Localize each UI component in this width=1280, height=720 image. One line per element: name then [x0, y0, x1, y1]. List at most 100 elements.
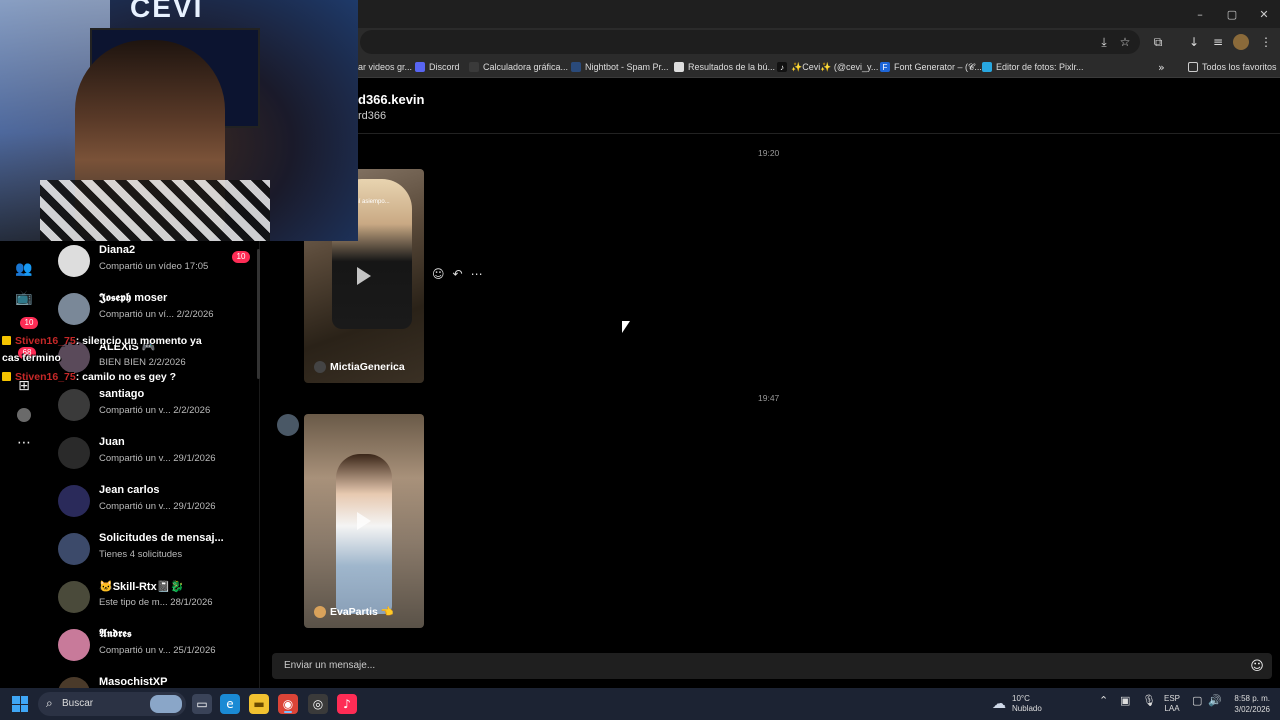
- network-icon[interactable]: ▢: [1192, 694, 1202, 707]
- video-thumbnail: [336, 454, 392, 614]
- bookmark-item[interactable]: Resultados de la bú...: [674, 60, 775, 74]
- more-options-icon[interactable]: ⋯: [471, 267, 483, 281]
- more-icon[interactable]: ⋯: [14, 433, 34, 453]
- volume-icon[interactable]: 🔊: [1208, 694, 1222, 707]
- file-explorer-icon[interactable]: ▬: [249, 694, 269, 714]
- close-button[interactable]: ✕: [1248, 0, 1280, 28]
- task-view-icon[interactable]: ▭: [192, 694, 212, 714]
- maximize-button[interactable]: ▢: [1216, 0, 1248, 28]
- stream-chat-message: Stiven16_75: silencio un momento ya: [2, 335, 202, 347]
- active-indicator: [284, 711, 292, 713]
- download-icon[interactable]: ↓: [1186, 34, 1202, 50]
- mouse-cursor: [622, 321, 630, 333]
- bookmark-item[interactable]: Nightbot - Spam Pr...: [571, 60, 669, 74]
- sender-avatar[interactable]: [277, 414, 299, 436]
- conversation-name: Diana2: [99, 244, 136, 256]
- chat-header: d366.kevin rd366: [260, 79, 1280, 134]
- bookmark-item[interactable]: Discord: [415, 60, 460, 74]
- conversation-preview: BIEN BIEN 2/2/2026: [99, 357, 186, 368]
- message-input[interactable]: Enviar un mensaje... ☺: [272, 653, 1272, 679]
- profile-icon[interactable]: [14, 405, 34, 425]
- author-avatar: [314, 361, 326, 373]
- avatar: [58, 533, 90, 565]
- language-indicator[interactable]: ESP LAA: [1164, 694, 1180, 714]
- live-icon[interactable]: 📺: [14, 288, 34, 308]
- chrome-icon[interactable]: ◉: [278, 694, 298, 714]
- conversation-preview: Tienes 4 solicitudes: [99, 549, 183, 560]
- address-bar[interactable]: [360, 30, 1140, 54]
- tray-expand-icon[interactable]: ⌃: [1099, 694, 1108, 707]
- lang-primary: ESP: [1164, 694, 1181, 703]
- weather-desc: Nublado: [1012, 704, 1042, 713]
- nightbot-icon: [571, 62, 581, 72]
- chat-username: Stiven16_75: [15, 335, 76, 347]
- moderator-icon: [2, 372, 11, 381]
- conversation-item[interactable]: santiago Compartió un v... 2/2/2026: [58, 385, 258, 429]
- edge-icon[interactable]: e: [220, 694, 240, 714]
- bookmark-label: ✨Cevi✨ (@cevi_y...: [791, 61, 879, 72]
- install-icon[interactable]: ⤓: [1096, 34, 1112, 50]
- emoji-icon[interactable]: ☺: [1248, 657, 1266, 675]
- play-icon: [357, 267, 371, 285]
- extensions-icon[interactable]: ⧉: [1150, 34, 1166, 50]
- bookmark-label: Resultados de la bú...: [688, 62, 776, 72]
- video-author-label: EvaPartis 👈: [330, 606, 394, 618]
- windows-taskbar: ⌕ Buscar ▭ e ▬ ◉ ◎ ♪ ☁ 10°C Nublado ⌃ ▣ …: [0, 688, 1280, 720]
- star-icon[interactable]: ☆: [1117, 34, 1133, 50]
- folder-icon: [1188, 62, 1198, 72]
- shared-video-card[interactable]: EvaPartis 👈: [304, 414, 424, 628]
- conversation-item[interactable]: 🐱Skill-Rtx📓🐉 Este tipo de m... 28/1/2026: [58, 577, 258, 621]
- tiktok-app-icon[interactable]: ♪: [337, 694, 357, 714]
- conversation-item[interactable]: 𝕵𝖔𝖘𝖊𝖕𝖍 moser Compartió un ví... 2/2/2026: [58, 289, 258, 333]
- obs-icon[interactable]: ◎: [308, 694, 328, 714]
- bookmark-item[interactable]: ♪ ✨Cevi✨ (@cevi_y...: [777, 60, 878, 74]
- chat-text: cas termino: [2, 352, 61, 364]
- conversation-item[interactable]: Diana2 Compartió un vídeo 17:05 10: [58, 241, 258, 285]
- all-favorites[interactable]: Todos los favoritos: [1188, 60, 1277, 74]
- start-button[interactable]: [12, 696, 28, 712]
- conversation-item[interactable]: Solicitudes de mensaj... Tienes 4 solicit…: [58, 529, 258, 573]
- conversation-item[interactable]: Jean carlos Compartió un v... 29/1/2026: [58, 481, 258, 525]
- bookmark-item[interactable]: Calculadora gráfica...: [469, 60, 568, 74]
- conversation-name: Solicitudes de mensaj...: [99, 532, 224, 544]
- bookmark-item[interactable]: F Font Generator – (𝓒...: [880, 60, 982, 74]
- clock[interactable]: 8:58 p. m. 3/02/2026: [1226, 693, 1270, 715]
- video-author: EvaPartis 👈: [314, 605, 394, 618]
- menu-icon[interactable]: ⋮: [1258, 34, 1274, 50]
- chat-contact-name[interactable]: d366.kevin: [358, 92, 425, 107]
- avatar: [58, 437, 90, 469]
- minimize-button[interactable]: –: [1184, 0, 1216, 28]
- chat-text: : camilo no es gey ?: [75, 371, 177, 383]
- chat-panel: d366.kevin rd366 19:20 do así asiempo...…: [260, 79, 1280, 688]
- media-icon[interactable]: ≡: [1210, 34, 1226, 50]
- more-bookmarks-icon[interactable]: »: [1158, 60, 1165, 74]
- microphone-icon[interactable]: 🎙: [1142, 694, 1156, 707]
- lang-secondary: LAA: [1164, 704, 1180, 713]
- pixlr-icon: [982, 62, 992, 72]
- discord-icon: [415, 62, 425, 72]
- conversation-item[interactable]: 𝕬𝖓𝖉𝖗𝖊𝖘 Compartió un v... 25/1/2026: [58, 625, 258, 669]
- conversation-preview: Compartió un v... 29/1/2026: [99, 501, 216, 512]
- following-icon[interactable]: 👥: [14, 259, 34, 279]
- bookmark-label: Discord: [429, 62, 460, 72]
- bookmark-item[interactable]: ar videos gr...: [358, 60, 412, 74]
- chat-username: Stiven16_75: [15, 371, 76, 383]
- search-results-icon: [674, 62, 684, 72]
- react-icon[interactable]: ☺: [432, 267, 445, 281]
- search-icon: ⌕: [46, 696, 53, 710]
- taskbar-search[interactable]: ⌕ Buscar: [38, 692, 186, 716]
- stream-chat-message: Stiven16_75: camilo no es gey ?: [2, 371, 176, 383]
- conversation-preview: Compartió un ví... 2/2/2026: [99, 309, 214, 320]
- tray-app-icon[interactable]: ▣: [1120, 694, 1130, 707]
- conversation-preview: Compartió un v... 29/1/2026: [99, 453, 216, 464]
- conversation-preview: Compartió un v... 2/2/2026: [99, 405, 211, 416]
- tiktok-icon: ♪: [777, 62, 787, 72]
- avatar: [58, 293, 90, 325]
- weather-widget[interactable]: ☁ 10°C Nublado: [992, 694, 1042, 714]
- profile-avatar[interactable]: [1233, 34, 1249, 50]
- conversation-item[interactable]: Juan Compartió un v... 29/1/2026: [58, 433, 258, 477]
- reply-icon[interactable]: ↶: [453, 267, 463, 281]
- bookmark-label: Editor de fotos: Pixlr...: [996, 62, 1084, 72]
- bookmark-item[interactable]: Editor de fotos: Pixlr...: [982, 60, 1084, 74]
- conversation-name: santiago: [99, 388, 145, 400]
